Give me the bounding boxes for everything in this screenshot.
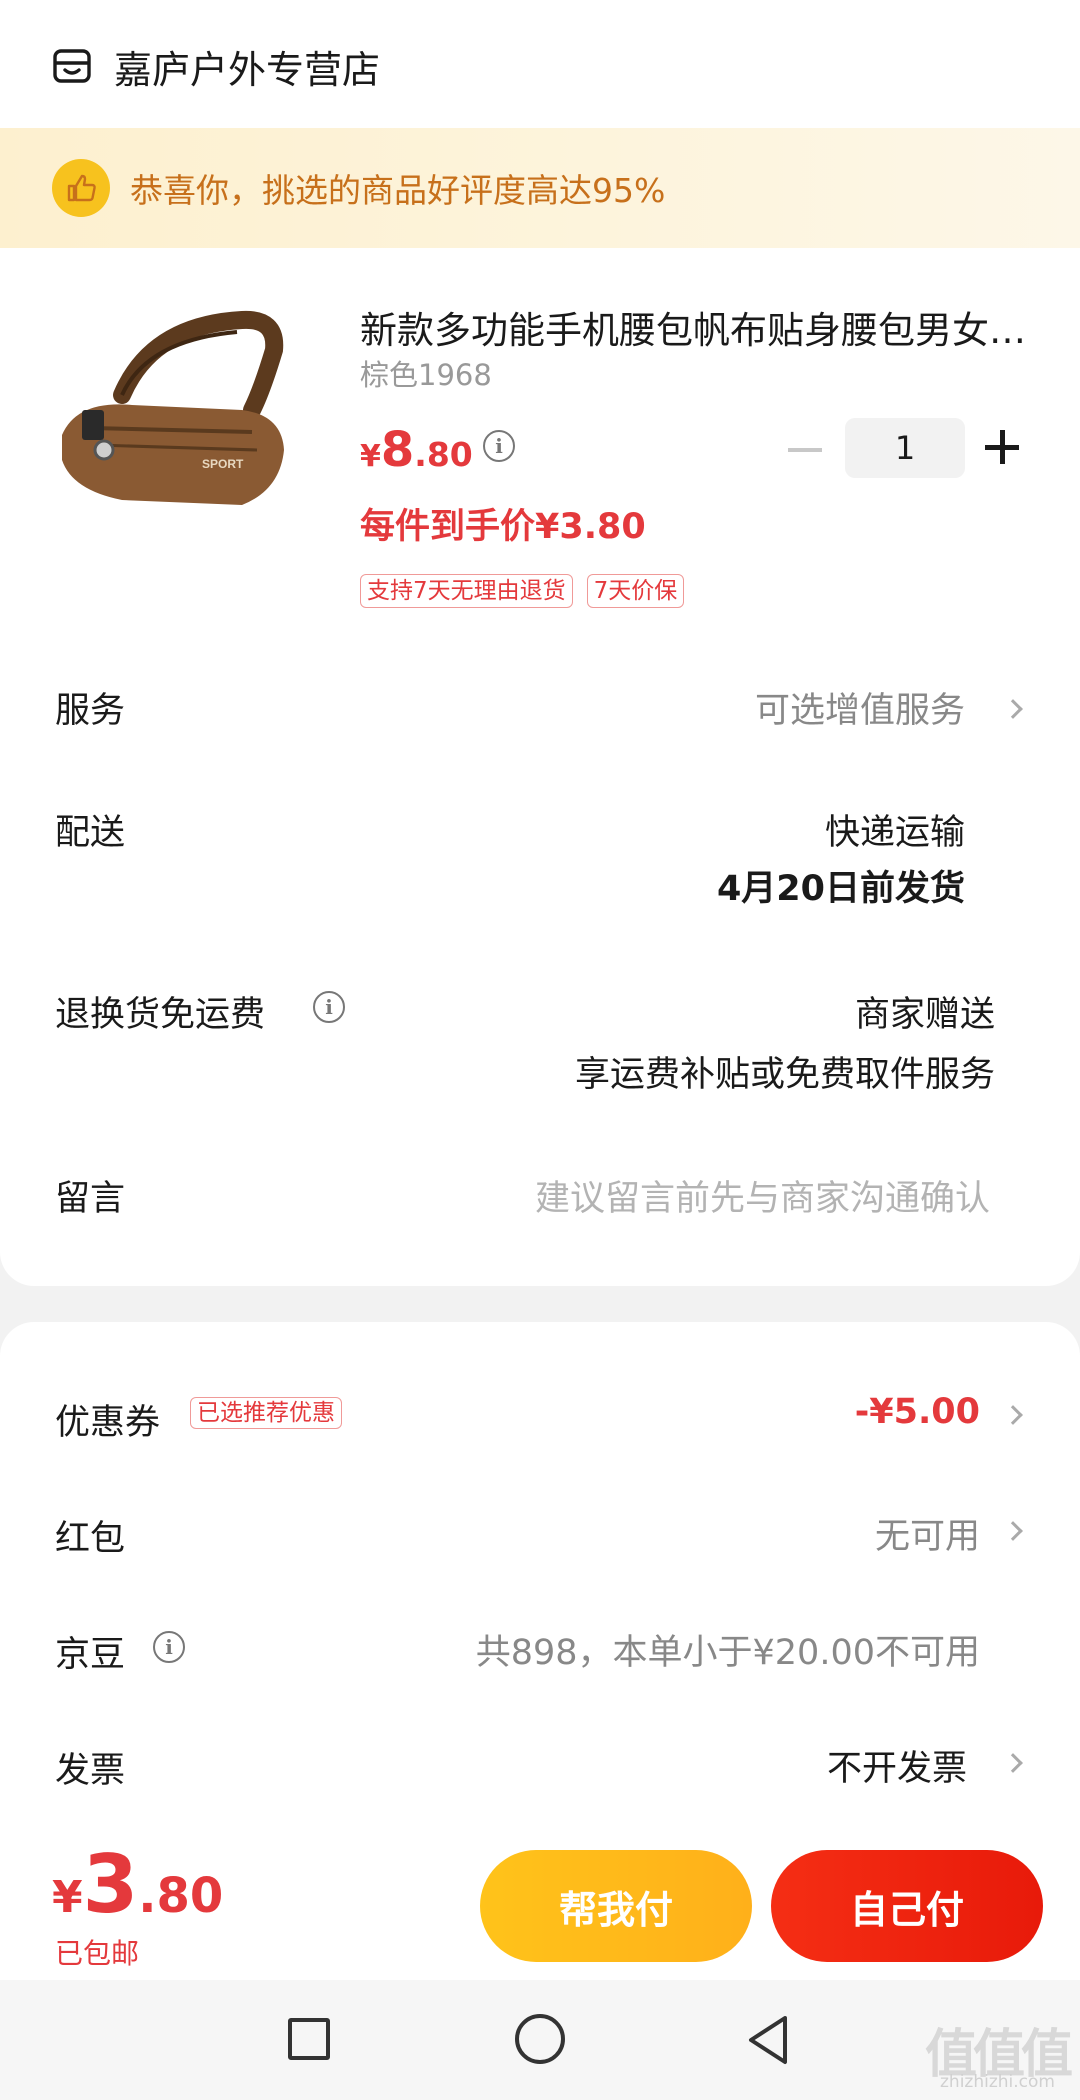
product-tags: 支持7天无理由退货 7天价保 <box>360 574 685 608</box>
product-spec: 棕色1968 <box>360 358 492 392</box>
jingdou-label: 京豆 <box>55 1635 126 1675</box>
return-freight-info-icon[interactable]: i <box>313 991 345 1023</box>
price-integer: 8 <box>380 422 415 478</box>
red-packet-value[interactable]: 无可用 <box>875 1508 980 1559</box>
bag-print-text: SPORT <box>202 457 244 471</box>
product-price: ¥ 8 .80 <box>360 422 473 478</box>
total-integer: 3 <box>82 1838 139 1931</box>
product-image[interactable]: SPORT <box>52 300 322 530</box>
delivery-method[interactable]: 快递运输 <box>825 804 965 855</box>
product-title[interactable]: 新款多功能手机腰包帆布贴身腰包男女户外运动跑步腰包 <box>360 300 1030 354</box>
total-currency: ¥ <box>52 1872 83 1923</box>
total-decimal: .80 <box>138 1868 224 1924</box>
red-packet-label: 红包 <box>55 1519 126 1559</box>
message-input[interactable]: 建议留言前先与商家沟通确认 <box>535 1170 990 1221</box>
praise-text: 恭喜你，挑选的商品好评度高达95% <box>130 171 666 210</box>
jingdou-value: 共898，本单小于¥20.00不可用 <box>475 1633 980 1673</box>
store-header[interactable]: 嘉庐户外专营店 <box>52 44 380 92</box>
delivery-label: 配送 <box>55 813 126 853</box>
thumbs-up-icon <box>52 159 110 217</box>
store-name: 嘉庐户外专营店 <box>114 47 381 92</box>
return-freight-detail: 享运费补贴或免费取件服务 <box>574 1055 995 1095</box>
delivery-date: 4月20日前发货 <box>716 869 965 909</box>
self-pay-button[interactable]: 自己付 <box>771 1850 1043 1962</box>
coupon-value[interactable]: -¥5.00 <box>855 1392 980 1432</box>
tag-return: 支持7天无理由退货 <box>360 574 573 608</box>
price-info-icon[interactable]: i <box>483 430 515 462</box>
recents-icon[interactable] <box>288 2018 330 2060</box>
jingdou-info-icon[interactable]: i <box>153 1631 185 1663</box>
invoice-label: 发票 <box>55 1751 126 1791</box>
price-decimal: .80 <box>414 435 473 474</box>
quantity-minus-button[interactable] <box>788 448 822 452</box>
coupon-tag: 已选推荐优惠 <box>190 1397 342 1429</box>
home-icon[interactable] <box>515 2014 565 2064</box>
message-label: 留言 <box>55 1179 126 1219</box>
watermark-url: zhizhizhi.com <box>940 2072 1055 2092</box>
store-icon <box>53 49 91 83</box>
back-icon[interactable] <box>745 2014 791 2066</box>
final-price: 每件到手价¥3.80 <box>360 507 646 547</box>
quantity-input[interactable]: 1 <box>845 418 965 478</box>
free-shipping-label: 已包邮 <box>55 1937 140 1970</box>
total-price: ¥ 3 .80 <box>52 1838 223 1931</box>
praise-banner: 恭喜你，挑选的商品好评度高达95% <box>0 128 1080 248</box>
invoice-value[interactable]: 不开发票 <box>827 1740 967 1791</box>
tag-price-protect: 7天价保 <box>586 574 685 608</box>
price-currency: ¥ <box>360 439 381 474</box>
quantity-plus-button[interactable] <box>985 429 1023 467</box>
coupon-label: 优惠券 <box>55 1403 161 1443</box>
service-value[interactable]: 可选增值服务 <box>755 682 965 733</box>
return-freight-value: 商家赠送 <box>854 995 995 1035</box>
help-pay-button[interactable]: 帮我付 <box>480 1850 752 1962</box>
return-freight-label: 退换货免运费 <box>55 995 266 1035</box>
service-label: 服务 <box>55 691 126 731</box>
